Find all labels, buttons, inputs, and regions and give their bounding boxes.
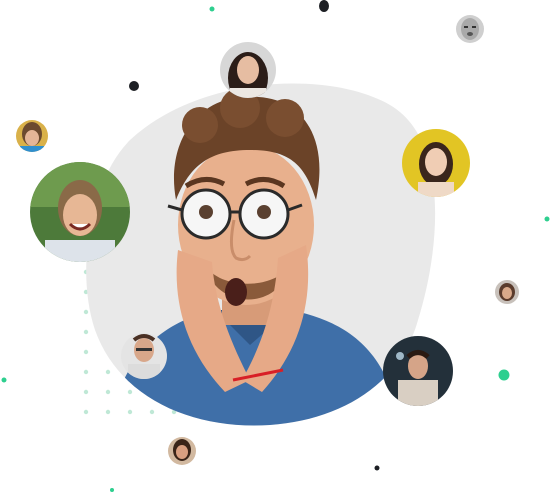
grayscale-face-portrait — [456, 15, 484, 43]
woman-bangs-portrait — [16, 120, 48, 152]
hero-collage — [0, 0, 551, 495]
green-dot — [544, 216, 550, 222]
man-dark-background-portrait — [383, 336, 453, 406]
pattern-dot — [105, 409, 111, 415]
pattern-dot — [83, 369, 89, 375]
dark-dot — [129, 81, 139, 91]
collage-canvas — [1, 0, 550, 492]
dark-dot — [319, 0, 329, 12]
pattern-dot — [127, 409, 133, 415]
woman-bottom-portrait — [168, 437, 196, 465]
pattern-dot — [127, 389, 133, 395]
pattern-dot — [105, 369, 111, 375]
green-dot — [110, 488, 114, 492]
pattern-dot — [83, 409, 89, 415]
green-dot — [1, 377, 7, 383]
pattern-dot — [83, 389, 89, 395]
green-dot — [498, 369, 510, 381]
pattern-dot — [149, 409, 155, 415]
woman-small-portrait — [495, 280, 519, 304]
pattern-dot — [105, 389, 111, 395]
pattern-dot — [83, 349, 89, 355]
pattern-dot — [83, 329, 89, 335]
green-dot — [209, 6, 215, 12]
dark-dot — [374, 465, 380, 471]
pattern-dot — [83, 309, 89, 315]
